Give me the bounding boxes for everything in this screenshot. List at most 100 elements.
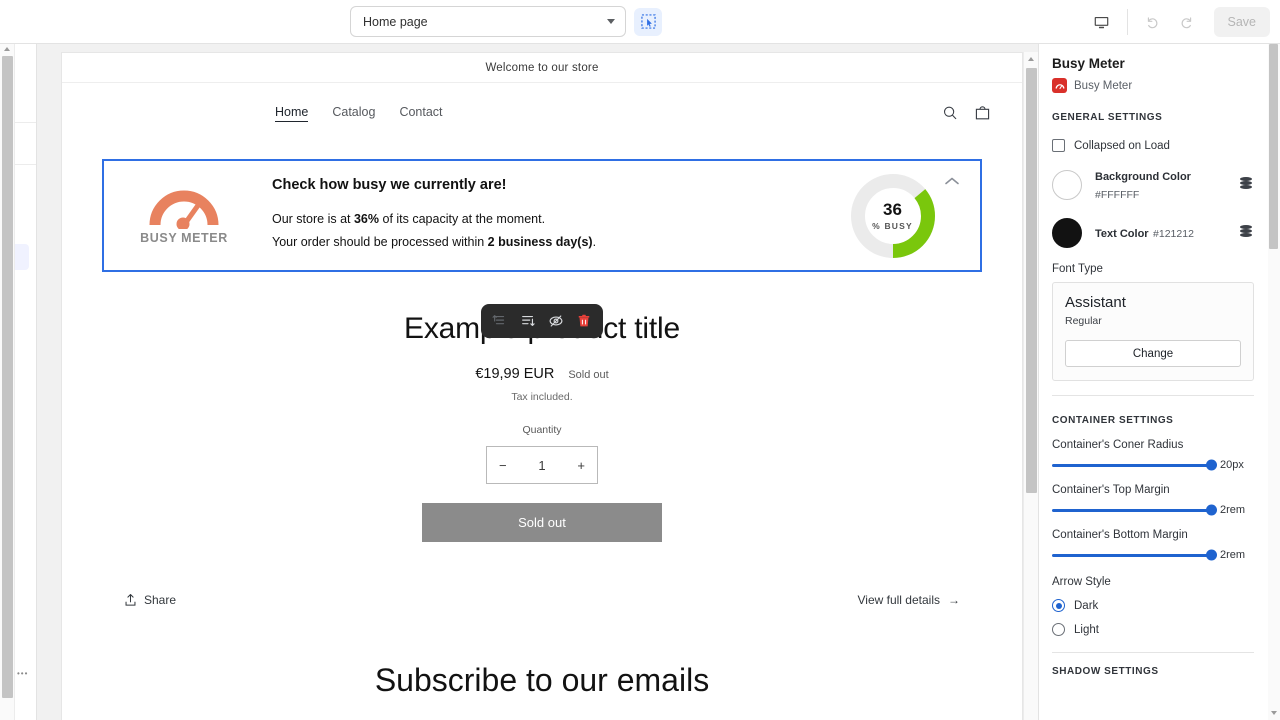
app-reference[interactable]: Busy Meter <box>1052 78 1254 93</box>
arrow-right-icon: → <box>948 593 960 607</box>
page-selector[interactable]: Home page <box>350 6 626 37</box>
quantity-increase-button[interactable]: + <box>577 458 585 473</box>
nav-item-contact[interactable]: Contact <box>399 105 442 122</box>
slider-track[interactable] <box>1052 464 1212 467</box>
desktop-monitor-icon <box>1093 14 1110 31</box>
scroll-down-arrow-icon[interactable] <box>1271 711 1277 715</box>
background-color-label: Background Color <box>1095 171 1191 183</box>
store-preview-frame: Welcome to our store Home Catalog Contac… <box>61 52 1023 720</box>
redo-button[interactable] <box>1170 5 1204 39</box>
store-header: Home Catalog Contact <box>62 83 1022 143</box>
slider-knob[interactable] <box>1206 460 1217 471</box>
background-color-meta: Background Color #FFFFFF <box>1095 167 1238 203</box>
device-preview-button[interactable] <box>1085 5 1119 39</box>
sidebar-divider <box>1052 395 1254 396</box>
busy-meter-block: Busy Meter BUSY METER Check ho <box>102 159 982 272</box>
radio-light[interactable] <box>1052 623 1065 636</box>
busy-meter-banner[interactable]: BUSY METER Check how busy we currently a… <box>102 159 982 272</box>
section-action-toolbar <box>481 304 603 338</box>
subscribe-heading: Subscribe to our emails <box>62 662 1022 699</box>
bottom-margin-label: Container's Bottom Margin <box>1052 529 1254 541</box>
left-panel-ellipsis: ••• <box>17 669 28 678</box>
general-settings-heading: GENERAL SETTINGS <box>1052 112 1254 123</box>
busy-meter-collapse-button[interactable] <box>942 171 962 191</box>
busy-meter-app-icon <box>1052 78 1067 93</box>
scrollbar-thumb[interactable] <box>1269 44 1278 249</box>
gauge-icon <box>1055 81 1065 91</box>
preview-scrollbar[interactable] <box>1023 52 1038 720</box>
processing-suffix: . <box>593 235 596 249</box>
quantity-decrease-button[interactable]: − <box>499 458 507 473</box>
left-panel-scrollbar[interactable] <box>0 44 15 720</box>
hide-section-button[interactable] <box>543 308 569 334</box>
text-color-meta: Text Color #121212 <box>1095 224 1238 242</box>
scroll-up-arrow-icon[interactable] <box>1028 57 1034 61</box>
editor-body: ••• Welcome to our store Home Catalog Co… <box>0 44 1280 720</box>
top-margin-label: Container's Top Margin <box>1052 484 1254 496</box>
busy-meter-logo-text: BUSY METER <box>140 231 228 245</box>
top-margin-slider[interactable]: 2rem <box>1052 504 1254 516</box>
text-color-library-icon[interactable] <box>1238 224 1254 243</box>
search-icon[interactable] <box>941 104 959 122</box>
gauge-donut-chart: 36 % BUSY <box>848 171 938 261</box>
slider-track[interactable] <box>1052 509 1212 512</box>
hide-eye-icon <box>548 313 564 329</box>
store-nav: Home Catalog Contact <box>275 105 443 122</box>
shadow-settings-heading: SHADOW SETTINGS <box>1052 666 1254 677</box>
change-font-button[interactable]: Change <box>1065 340 1241 367</box>
slider-knob[interactable] <box>1206 550 1217 561</box>
bottom-margin-slider[interactable]: 2rem <box>1052 549 1254 561</box>
share-label: Share <box>144 593 176 607</box>
checkbox-box[interactable] <box>1052 139 1065 152</box>
save-button[interactable]: Save <box>1214 7 1271 37</box>
radio-dark[interactable] <box>1052 599 1065 612</box>
share-button[interactable]: Share <box>124 593 176 607</box>
arrow-style-light-option[interactable]: Light <box>1052 623 1254 636</box>
page-selector-value: Home page <box>363 15 428 29</box>
collapsed-on-load-label: Collapsed on Load <box>1074 140 1170 152</box>
collapsed-on-load-checkbox[interactable]: Collapsed on Load <box>1052 139 1254 152</box>
busy-meter-capacity-line: Our store is at 36% of its capacity at t… <box>272 208 805 231</box>
corner-radius-label: Container's Coner Radius <box>1052 439 1254 451</box>
cart-icon[interactable] <box>973 104 992 123</box>
slider-track[interactable] <box>1052 554 1212 557</box>
chevron-down-icon <box>607 19 615 24</box>
settings-sidebar: Busy Meter Busy Meter GENERAL SETTINGS C… <box>1038 44 1280 720</box>
sold-out-button[interactable]: Sold out <box>422 503 662 542</box>
top-toolbar: Home page <box>0 0 1280 44</box>
gauge-logo-icon <box>149 187 219 229</box>
processing-days: 2 business day(s) <box>488 235 593 249</box>
text-color-swatch[interactable] <box>1052 218 1082 248</box>
view-full-details-link[interactable]: View full details → <box>858 593 961 607</box>
selection-tool-button[interactable] <box>634 8 662 36</box>
left-sections-panel: ••• <box>15 44 37 720</box>
corner-radius-value: 20px <box>1220 459 1254 471</box>
container-settings-heading: CONTAINER SETTINGS <box>1052 415 1254 426</box>
product-status-badge: Sold out <box>568 369 608 381</box>
busy-meter-processing-line: Your order should be processed within 2 … <box>272 231 805 254</box>
scroll-up-arrow-icon[interactable] <box>4 47 10 51</box>
undo-button[interactable] <box>1136 5 1170 39</box>
background-color-swatch[interactable] <box>1052 170 1082 200</box>
move-section-down-button[interactable] <box>515 308 541 334</box>
scrollbar-thumb[interactable] <box>1026 68 1037 493</box>
scrollbar-thumb[interactable] <box>2 56 13 698</box>
busy-meter-text: Check how busy we currently are! Our sto… <box>264 177 805 254</box>
announcement-bar: Welcome to our store <box>62 53 1022 83</box>
layers-icon <box>1238 176 1254 190</box>
tax-note: Tax included. <box>62 391 1022 403</box>
move-section-up-button[interactable] <box>487 308 513 334</box>
gauge-caption: % BUSY <box>872 221 913 231</box>
quantity-stepper[interactable]: − 1 + <box>486 446 598 484</box>
selection-cursor-icon <box>641 14 656 29</box>
nav-item-home[interactable]: Home <box>275 105 308 122</box>
background-color-library-icon[interactable] <box>1238 176 1254 195</box>
font-name: Assistant <box>1065 294 1241 311</box>
slider-knob[interactable] <box>1206 505 1217 516</box>
delete-section-button[interactable] <box>571 308 597 334</box>
corner-radius-slider[interactable]: 20px <box>1052 459 1254 471</box>
sidebar-scrollbar[interactable] <box>1268 44 1280 720</box>
arrow-style-dark-option[interactable]: Dark <box>1052 599 1254 612</box>
nav-item-catalog[interactable]: Catalog <box>332 105 375 122</box>
quantity-value[interactable]: 1 <box>538 458 545 473</box>
